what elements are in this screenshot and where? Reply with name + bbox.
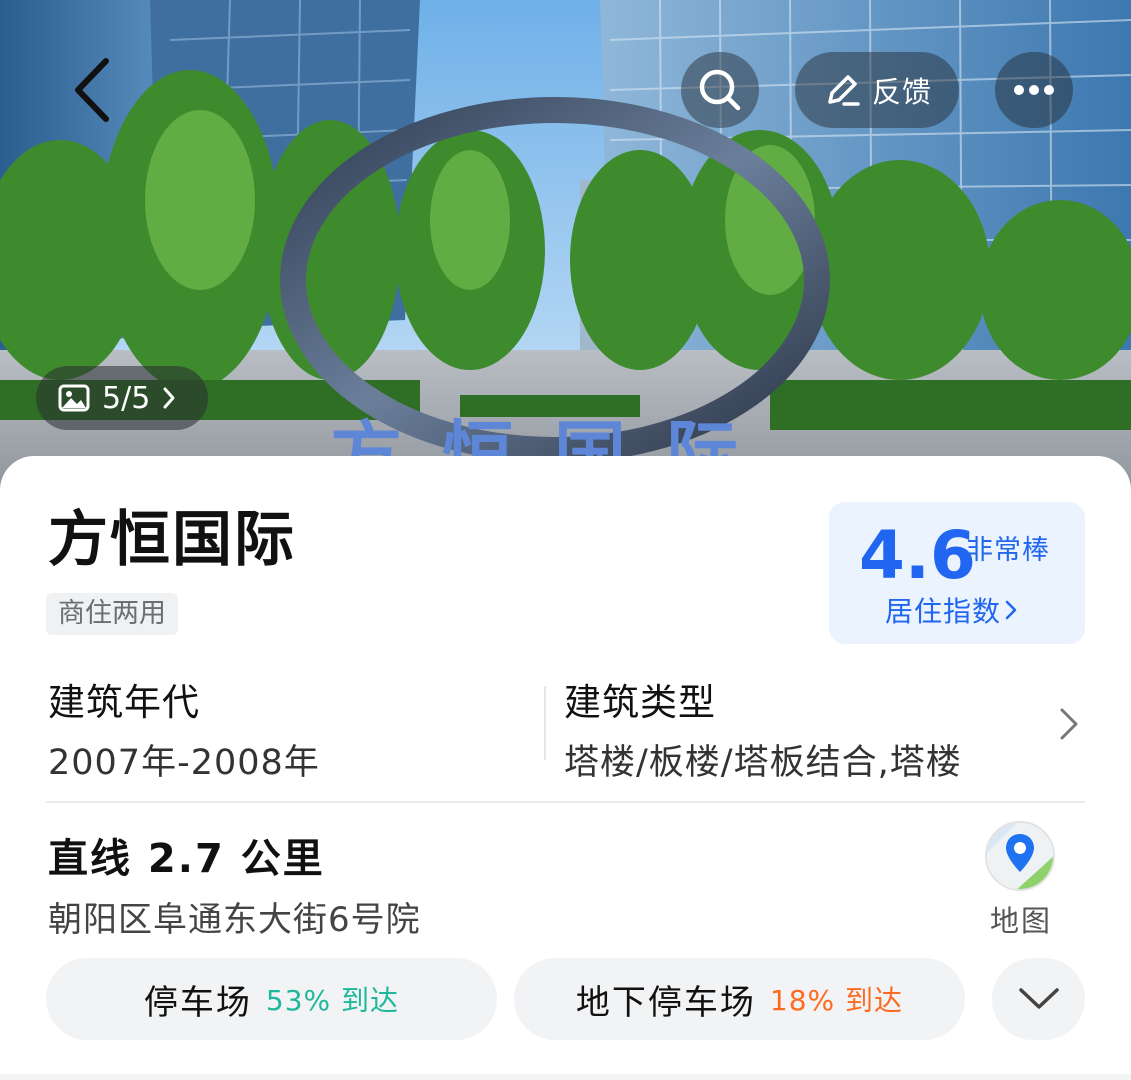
chevron-left-icon — [75, 58, 109, 122]
info-divider — [544, 686, 546, 760]
map-label[interactable]: 地图 — [990, 898, 1052, 940]
image-icon — [58, 384, 90, 412]
parking-arrival: 53% 到达 — [265, 984, 400, 1017]
section-divider — [46, 801, 1085, 803]
info-detail-button[interactable] — [1058, 707, 1080, 745]
living-index-label: 居住指数 — [885, 595, 1002, 628]
more-button[interactable] — [995, 52, 1073, 128]
back-button[interactable] — [52, 50, 132, 130]
distance-text: 直线 2.7 公里 — [48, 836, 325, 882]
address-text: 朝阳区阜通东大街6号院 — [48, 900, 421, 940]
rating-score: 4.6 — [859, 517, 976, 594]
parking-lot-button[interactable]: 停车场 53% 到达 — [46, 958, 497, 1040]
usage-tag: 商住两用 — [46, 593, 178, 635]
build-type-label: 建筑类型 — [564, 681, 716, 724]
photo-counter-text: 5/5 — [102, 380, 151, 416]
feedback-button[interactable]: 反馈 — [795, 52, 959, 128]
underground-parking-button[interactable]: 地下停车场 18% 到达 — [514, 958, 965, 1040]
expand-button[interactable] — [992, 958, 1085, 1040]
edit-icon — [828, 75, 860, 106]
parking-name: 停车场 — [143, 982, 252, 1023]
map-button[interactable] — [984, 820, 1056, 892]
search-button[interactable] — [681, 52, 759, 128]
rating-word: 非常棒 — [966, 535, 1050, 566]
chevron-right-icon — [1005, 600, 1017, 620]
build-year-value: 2007年-2008年 — [48, 743, 320, 783]
parking-name: 地下停车场 — [575, 982, 756, 1023]
map-pin-icon — [985, 821, 1055, 891]
feedback-label: 反馈 — [871, 75, 932, 109]
parking-arrival: 18% 到达 — [769, 984, 904, 1017]
chevron-down-icon — [1018, 988, 1059, 1009]
place-title: 方恒国际 — [48, 505, 296, 575]
living-index-link[interactable]: 居住指数 — [885, 590, 1017, 630]
more-icon — [1014, 85, 1054, 95]
photo-counter[interactable]: 5/5 — [36, 366, 208, 430]
search-icon — [699, 69, 741, 111]
rating-box[interactable]: 4.6 非常棒 居住指数 — [829, 502, 1085, 644]
build-year-label: 建筑年代 — [48, 681, 200, 724]
chevron-right-icon — [1060, 708, 1078, 740]
build-type-value: 塔楼/板楼/塔板结合,塔楼 — [564, 743, 962, 783]
chevron-right-icon — [163, 387, 175, 409]
